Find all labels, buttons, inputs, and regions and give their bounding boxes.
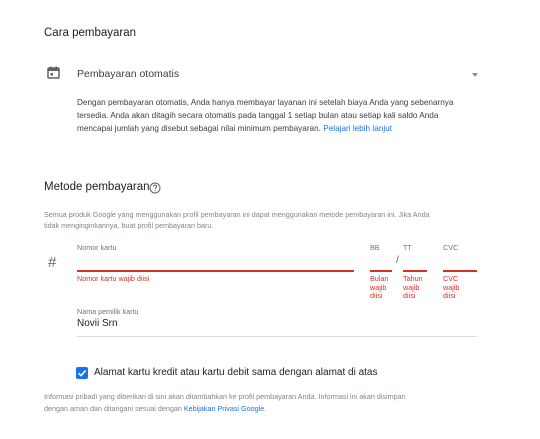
autopay-description-line: Dengan pembayaran otomatis, Anda hanya m… — [77, 98, 454, 107]
privacy-note: Informasi pribadi yang diberikan di sini… — [44, 391, 514, 414]
card-usage-note-line: Semua produk Google yang menggunakan pro… — [44, 210, 430, 219]
checkmark-icon — [77, 370, 87, 377]
privacy-note-line: dengan aman dan ditangani sesuai dengan … — [44, 403, 514, 415]
year-error: Tahun wajib diisi — [403, 274, 423, 301]
autopay-description-last: mencapai jumlah yang disebut sebagai nil… — [77, 124, 321, 133]
card-section-title: Metode pembayaran — [44, 181, 150, 193]
cvc-error-line: diisi — [443, 291, 456, 301]
privacy-note-end: . — [264, 403, 267, 413]
month-error-line: diisi — [370, 291, 383, 301]
card-number-label: Nomor kartu — [77, 243, 117, 252]
card-number-error: Nomor kartu wajib diisi — [77, 274, 150, 283]
same-address-label[interactable]: Alamat kartu kredit atau kartu debit sam… — [94, 367, 378, 378]
help-circle-icon[interactable] — [149, 181, 161, 194]
cardholder-input[interactable]: Novii Srn — [77, 318, 477, 336]
dropdown-underline — [77, 83, 480, 84]
learn-more-link[interactable]: Pelajari lebih lanjut — [323, 124, 392, 133]
cardholder-underline — [77, 336, 477, 337]
cvc-error: CVC wajib diisi — [443, 274, 459, 301]
year-label: TT — [403, 243, 412, 252]
same-address-checkbox[interactable] — [76, 367, 88, 379]
autopay-description-line: mencapai jumlah yang disebut sebagai nil… — [77, 122, 492, 135]
card-number-input[interactable] — [77, 252, 354, 270]
payment-type-selected: Pembayaran otomatis — [77, 68, 180, 80]
privacy-policy-link[interactable]: Kebijakan Privasi Google — [184, 404, 264, 413]
month-input[interactable] — [370, 252, 392, 270]
calendar-icon — [47, 66, 60, 79]
month-error: Bulan wajib diisi — [370, 274, 388, 301]
cvc-input[interactable] — [443, 252, 477, 270]
dropdown-arrow-icon — [472, 73, 478, 77]
payment-type-dropdown[interactable]: Pembayaran otomatis — [77, 66, 480, 84]
autopay-description: Dengan pembayaran otomatis, Anda hanya m… — [77, 96, 492, 135]
cardholder-label: Nama pemilik kartu — [77, 307, 139, 316]
payment-method-title: Cara pembayaran — [44, 27, 137, 39]
card-number-underline — [77, 270, 354, 272]
year-input[interactable] — [403, 252, 427, 270]
privacy-note-last: dengan aman dan ditangani sesuai dengan — [44, 403, 182, 413]
autopay-description-line: tersedia. Anda akan ditagih secara otoma… — [77, 111, 439, 120]
card-usage-note-line: tidak menginginkannya, buat profil pemba… — [44, 221, 214, 230]
year-underline — [403, 270, 427, 272]
month-label: BB — [370, 243, 380, 252]
date-separator: / — [396, 255, 399, 266]
cvc-label: CVC — [443, 243, 459, 252]
privacy-note-line: Informasi pribadi yang diberikan di sini… — [44, 392, 406, 401]
month-underline — [370, 270, 392, 272]
year-error-line: diisi — [403, 291, 416, 301]
card-usage-note: Semua produk Google yang menggunakan pro… — [44, 209, 514, 231]
card-number-icon: # — [48, 254, 57, 271]
cvc-underline — [443, 270, 477, 272]
